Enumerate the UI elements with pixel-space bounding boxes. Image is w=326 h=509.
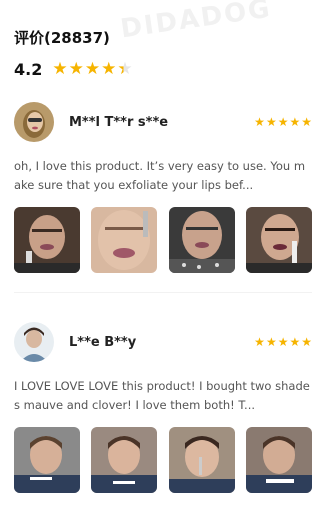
review-photo[interactable] [168,427,235,493]
average-rating-stars: ★ ★ ★ ★ ★ [52,61,133,78]
review-photo[interactable] [14,427,80,493]
review-card[interactable]: L**e B**y ★ ★ ★ ★ ★ I LOVE LOVE LOVE thi… [14,321,312,493]
star-icon: ★ [289,115,301,129]
review-photo[interactable] [91,427,158,493]
review-photo[interactable] [245,207,312,273]
review-stars: ★ ★ ★ ★ ★ [253,336,312,348]
star-icon: ★ [289,335,301,349]
review-card[interactable]: M**l T**r s**e ★ ★ ★ ★ ★ oh, I love this… [14,101,312,273]
star-icon: ★ [52,59,68,79]
review-photo[interactable] [91,207,158,273]
avatar[interactable] [14,322,54,362]
star-icon: ★ [265,335,277,349]
star-icon: ★ [277,335,289,349]
review-text[interactable]: oh, I love this product. It’s very easy … [14,157,312,195]
review-text[interactable]: I LOVE LOVE LOVE this product! I bought … [14,377,312,415]
average-rating: 4.2 [14,60,43,79]
review-header: M**l T**r s**e ★ ★ ★ ★ ★ [14,101,312,143]
star-icon: ★ [84,59,101,79]
reviewer-name: M**l T**r s**e [69,114,169,130]
star-icon: ★ [254,335,265,349]
review-photo[interactable] [168,207,235,273]
rating-summary: 4.2 ★ ★ ★ ★ ★ [14,60,134,79]
star-icon: ★ [254,115,265,129]
reviewer-name: L**e B**y [69,334,137,350]
review-photo[interactable] [14,207,80,273]
review-photo[interactable] [245,427,312,493]
review-stars: ★ ★ ★ ★ ★ [253,116,312,128]
reviews-title: 评价(28837) [14,29,110,47]
review-divider [14,292,312,293]
review-header: L**e B**y ★ ★ ★ ★ ★ [14,321,312,363]
star-icon: ★ [277,115,289,129]
star-icon: ★ [265,115,277,129]
star-icon: ★ [101,59,117,79]
review-photos [14,427,312,493]
star-icon: ★ [301,115,312,129]
star-icon: ★ [117,59,133,79]
reviews-header: 评价(28837) 4.2 ★ ★ ★ ★ ★ [14,28,134,79]
star-icon: ★ [68,59,84,79]
avatar[interactable] [14,102,54,142]
brand-watermark: DIDADOG [118,0,274,45]
review-photos [14,207,312,273]
star-icon: ★ [301,335,312,349]
